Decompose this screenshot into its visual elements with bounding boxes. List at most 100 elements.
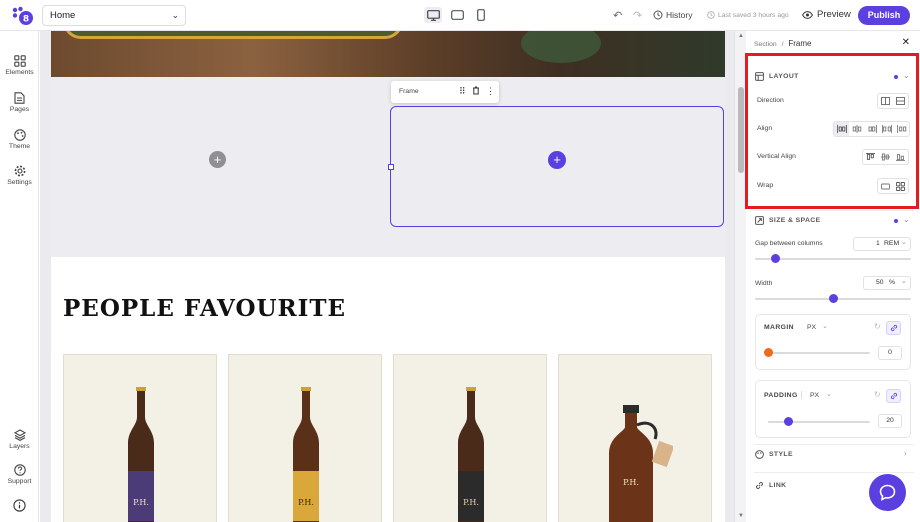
scroll-up-icon[interactable]: ▲	[738, 33, 744, 39]
help-icon	[13, 464, 26, 476]
section-divider	[754, 472, 914, 473]
device-switcher	[424, 7, 490, 23]
scroll-down-icon[interactable]: ▼	[738, 513, 744, 519]
redo-icon[interactable]: ↷	[633, 9, 642, 22]
undo-icon[interactable]: ↶	[613, 9, 622, 22]
product-card[interactable]: P.H.	[63, 354, 217, 522]
history-button[interactable]: History	[653, 10, 692, 20]
resize-handle[interactable]	[388, 164, 394, 170]
chevron-down-icon[interactable]: ⌄	[822, 322, 828, 330]
padding-slider-thumb[interactable]	[783, 417, 793, 426]
padding-input[interactable]: 20	[878, 414, 902, 428]
eye-icon	[802, 10, 813, 19]
margin-slider-thumb[interactable]	[763, 348, 773, 357]
svg-text:8: 8	[23, 15, 29, 25]
publish-button[interactable]: Publish	[858, 6, 910, 25]
chevron-down-icon[interactable]: ⌄	[903, 215, 910, 224]
preview-button[interactable]: Preview	[802, 9, 851, 20]
width-unit: %	[889, 279, 896, 286]
link-icon	[890, 392, 898, 400]
page-icon	[14, 92, 25, 104]
style-section-title: STYLE	[769, 451, 793, 458]
gap-input[interactable]: 1 REM ⌄	[853, 237, 911, 251]
sidebar-item-layers[interactable]: Layers	[0, 429, 39, 450]
product-card[interactable]: P.H.	[228, 354, 382, 522]
frame-left[interactable]: +	[51, 107, 390, 227]
frame-selected[interactable]: +	[390, 106, 724, 227]
chevron-down-icon: ⌄	[901, 278, 907, 285]
frame-toolbar: Frame ⠿ ⋮	[391, 81, 499, 103]
gap-slider-thumb[interactable]	[770, 254, 780, 263]
gap-unit: REM	[884, 240, 900, 247]
link-section-header[interactable]: LINK	[755, 481, 786, 490]
chevron-down-icon: ⌄	[171, 10, 179, 20]
width-value: 50	[876, 279, 884, 286]
sidebar-item-pages[interactable]: Pages	[0, 92, 39, 113]
delete-icon[interactable]	[472, 86, 480, 97]
left-sidebar: Elements Pages Theme Settings Layers Sup…	[0, 31, 39, 522]
sidebar-item-label: Layers	[9, 443, 30, 450]
resize-icon	[755, 216, 764, 225]
size-space-section-header[interactable]: SIZE & SPACE	[755, 216, 821, 225]
save-status-text: Last saved 3 hours ago	[718, 11, 789, 19]
scroll-thumb[interactable]	[738, 87, 744, 173]
sidebar-item-label: Pages	[9, 106, 30, 113]
sidebar-item-label: Support	[7, 478, 32, 485]
breadcrumb-section[interactable]: Section	[754, 41, 777, 48]
reset-icon[interactable]: ↻	[874, 390, 881, 399]
svg-text:P.H.: P.H.	[298, 498, 314, 507]
mobile-icon	[477, 9, 485, 21]
mobile-view-button[interactable]	[472, 7, 490, 23]
desktop-icon	[426, 9, 440, 21]
margin-slider-track[interactable]	[768, 352, 870, 354]
tablet-view-button[interactable]	[448, 7, 466, 23]
link-values-button[interactable]	[886, 321, 901, 335]
save-status: Last saved 3 hours ago	[707, 11, 789, 19]
product-card[interactable]: P.H.	[558, 354, 712, 522]
width-slider-thumb[interactable]	[828, 294, 838, 303]
add-element-button[interactable]: +	[209, 151, 226, 168]
sidebar-item-elements[interactable]: Elements	[0, 55, 39, 76]
editor-canvas: + + Frame ⠿ ⋮ PEOPLE FAVOURITE P.H. P.H.…	[51, 31, 725, 522]
padding-unit[interactable]: PX	[810, 392, 819, 399]
more-options-icon[interactable]: ⋮	[486, 86, 495, 97]
width-input[interactable]: 50 % ⌄	[863, 276, 911, 290]
link-values-button[interactable]	[886, 389, 901, 403]
drag-handle-icon[interactable]: ⠿	[459, 86, 466, 97]
desktop-view-button[interactable]	[424, 7, 442, 23]
sidebar-item-theme[interactable]: Theme	[0, 129, 39, 150]
svg-text:P.H.: P.H.	[133, 498, 149, 507]
frame-toolbar-label: Frame	[399, 88, 419, 95]
chevron-down-icon[interactable]: ⌄	[826, 390, 832, 398]
margin-unit[interactable]: PX	[807, 324, 816, 331]
chevron-right-icon[interactable]: ›	[904, 449, 907, 458]
layers-icon	[13, 429, 26, 441]
link-icon	[890, 324, 898, 332]
palette-icon	[13, 129, 26, 141]
reset-icon[interactable]: ↻	[874, 322, 881, 331]
sidebar-item-support[interactable]: Support	[0, 464, 39, 485]
hero-plant-shape	[521, 31, 601, 63]
info-button[interactable]	[0, 499, 39, 514]
history-icon	[653, 10, 663, 20]
product-card[interactable]: P.H.	[393, 354, 547, 522]
breadcrumb-current: Frame	[788, 39, 812, 48]
chevron-down-icon: ⌄	[901, 239, 907, 246]
gear-icon	[14, 165, 25, 177]
sidebar-item-settings[interactable]: Settings	[0, 165, 39, 186]
palette-icon	[755, 450, 764, 459]
page-select[interactable]: Home ⌄	[42, 5, 186, 26]
beer-bottle-image: P.H.	[128, 387, 154, 522]
app-logo-icon[interactable]: 8	[11, 6, 35, 26]
add-element-button[interactable]: +	[548, 151, 566, 169]
chat-button[interactable]	[869, 474, 906, 511]
style-section-header[interactable]: STYLE	[755, 450, 793, 459]
close-icon[interactable]: ✕	[902, 37, 910, 48]
section-divider	[754, 444, 914, 445]
margin-label: MARGIN	[764, 324, 794, 331]
section-block[interactable]: + + Frame ⠿ ⋮	[51, 77, 725, 257]
margin-input[interactable]: 0	[878, 346, 902, 360]
gap-label: Gap between columns	[755, 240, 823, 247]
link-section-title: LINK	[769, 482, 787, 489]
sidebar-item-label: Elements	[5, 69, 34, 76]
